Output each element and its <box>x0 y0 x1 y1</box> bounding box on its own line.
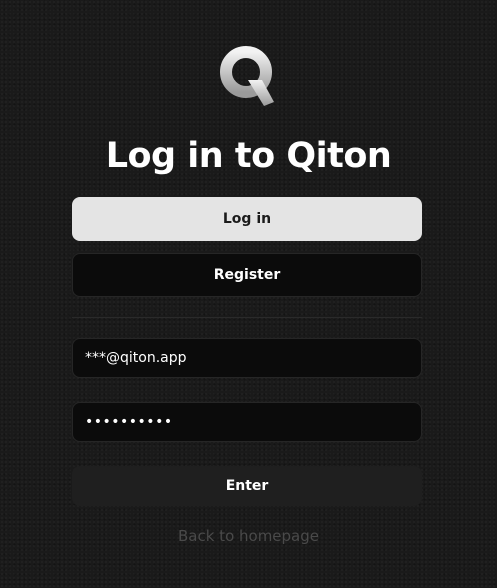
enter-button[interactable]: Enter <box>72 466 422 506</box>
register-tab-button[interactable]: Register <box>72 253 422 297</box>
login-tab-button[interactable]: Log in <box>72 197 422 241</box>
form-divider <box>72 317 422 318</box>
back-to-homepage-link[interactable]: Back to homepage <box>0 527 497 545</box>
password-field[interactable]: •••••••••• <box>72 402 422 442</box>
qiton-logo-icon <box>218 44 276 108</box>
page-title: Log in to Qiton <box>105 136 392 176</box>
email-field[interactable]: ***@qiton.app <box>72 338 422 378</box>
